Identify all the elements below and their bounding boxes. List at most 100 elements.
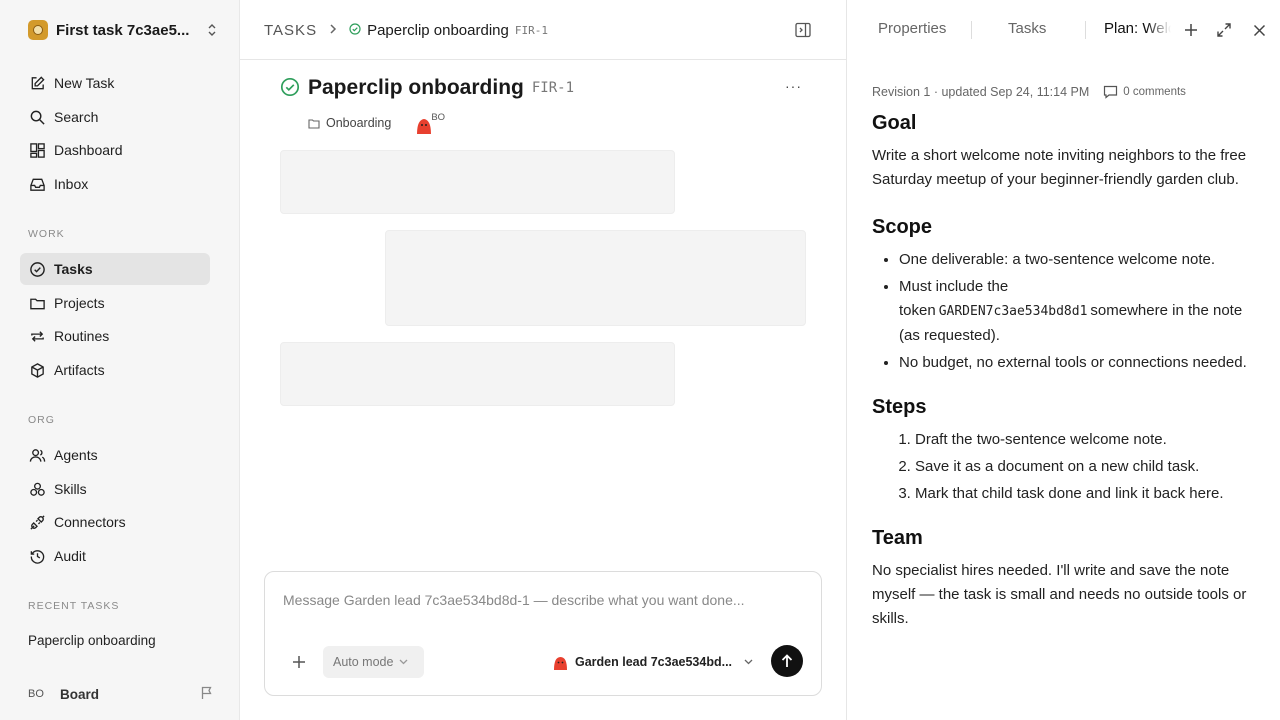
expand-icon[interactable] xyxy=(1215,21,1233,39)
loading-skeleton xyxy=(280,342,675,406)
mode-label: Auto mode xyxy=(333,655,394,669)
cube-icon xyxy=(28,361,46,379)
team-heading: Team xyxy=(872,527,923,549)
token-code: GARDEN7c3ae534bd8d1 xyxy=(938,304,1088,319)
nav-label: Projects xyxy=(54,295,105,311)
tab-fade xyxy=(1147,16,1177,44)
nav-agents[interactable]: Agents xyxy=(20,439,210,471)
recent-task-item[interactable]: Paperclip onboarding xyxy=(28,633,156,648)
section-label-org: ORG xyxy=(28,414,55,426)
status-done-icon[interactable] xyxy=(280,77,300,100)
revision-info: Revision 1 · updated Sep 24, 11:14 PM 0 … xyxy=(872,84,1262,100)
team-text: No specialist hires needed. I'll write a… xyxy=(872,562,1247,627)
loading-skeleton xyxy=(280,150,675,214)
avatar: BO xyxy=(28,688,44,700)
project-name: Onboarding xyxy=(326,116,392,130)
tab-divider xyxy=(1085,21,1086,39)
goal-heading: Goal xyxy=(872,112,917,134)
panel-toggle-icon[interactable] xyxy=(794,21,812,39)
nav-dashboard[interactable]: Dashboard xyxy=(20,134,210,166)
workspace-logo xyxy=(28,20,48,40)
nav-connectors[interactable]: Connectors xyxy=(20,506,210,538)
task-header: Paperclip onboarding FIR-1 xyxy=(280,74,810,102)
breadcrumb: TASKS Paperclip onboarding FIR-1 xyxy=(264,19,548,41)
inbox-icon xyxy=(28,175,46,193)
send-button[interactable] xyxy=(771,645,803,677)
status-check-icon xyxy=(349,22,361,38)
folder-icon xyxy=(28,294,46,312)
flag-icon[interactable] xyxy=(200,686,214,703)
chevron-down-icon xyxy=(400,659,408,665)
section-label-recent: RECENT TASKS xyxy=(28,600,120,612)
agent-name: Garden lead 7c3ae534bd... xyxy=(575,655,733,669)
panel-tabs: Properties Tasks Plan: Welc xyxy=(847,0,1280,60)
nav-skills[interactable]: Skills xyxy=(20,473,210,505)
comments-count: 0 comments xyxy=(1123,86,1186,98)
scope-list: One deliverable: a two-sentence welcome … xyxy=(872,248,1262,375)
list-item: One deliverable: a two-sentence welcome … xyxy=(899,248,1262,272)
board-row[interactable]: BO Board xyxy=(28,683,214,705)
scope-heading: Scope xyxy=(872,216,933,238)
comments-link[interactable]: 0 comments xyxy=(1103,85,1186,99)
breadcrumb-id: FIR-1 xyxy=(514,23,548,37)
plug-icon xyxy=(28,513,46,531)
nav-label: Dashboard xyxy=(54,142,123,158)
nav-projects[interactable]: Projects xyxy=(20,287,210,319)
repeat-icon xyxy=(28,327,46,345)
plus-icon[interactable] xyxy=(289,652,309,672)
nav-new-task[interactable]: New Task xyxy=(20,67,210,99)
workspace-name: First task 7c3ae5... xyxy=(56,21,190,39)
nav-label: New Task xyxy=(54,75,115,91)
folder-icon xyxy=(308,118,320,129)
sidebar: First task 7c3ae5... New Task Search Das… xyxy=(0,0,240,720)
goal-text: Write a short welcome note inviting neig… xyxy=(872,147,1247,188)
task-title[interactable]: Paperclip onboarding xyxy=(308,76,524,100)
nav-label: Tasks xyxy=(54,261,93,277)
tab-tasks[interactable]: Tasks xyxy=(1008,20,1046,37)
dashboard-icon xyxy=(28,141,46,159)
section-label-work: WORK xyxy=(28,228,65,240)
nav-label: Connectors xyxy=(54,514,126,530)
nav-label: Search xyxy=(54,109,99,125)
nav-inbox[interactable]: Inbox xyxy=(20,168,210,200)
breadcrumb-root[interactable]: TASKS xyxy=(264,22,317,39)
nav-label: Artifacts xyxy=(54,362,105,378)
nav-label: Agents xyxy=(54,447,98,463)
more-options-button[interactable]: ··· xyxy=(785,78,802,94)
add-tab-icon[interactable] xyxy=(1182,21,1200,39)
users-icon xyxy=(28,446,46,464)
plan-document: Revision 1 · updated Sep 24, 11:14 PM 0 … xyxy=(872,84,1262,631)
loading-skeleton xyxy=(385,230,806,326)
steps-list: Draft the two-sentence welcome note. Sav… xyxy=(872,428,1262,506)
nav-label: Audit xyxy=(54,548,86,564)
project-chip[interactable]: Onboarding xyxy=(308,116,391,130)
breadcrumb-title: Paperclip onboarding xyxy=(367,21,509,39)
agent-select[interactable]: Garden lead 7c3ae534bd... xyxy=(553,652,753,672)
message-input[interactable] xyxy=(283,592,803,608)
assignee-avatars[interactable]: BO xyxy=(415,112,449,134)
history-icon xyxy=(28,547,46,565)
nav-routines[interactable]: Routines xyxy=(20,320,210,352)
nav-search[interactable]: Search xyxy=(20,101,210,133)
mode-select[interactable]: Auto mode xyxy=(323,646,424,678)
comment-icon xyxy=(1104,85,1118,99)
task-id: FIR-1 xyxy=(531,80,575,96)
assignee-initials: BO xyxy=(431,112,446,123)
nav-artifacts[interactable]: Artifacts xyxy=(20,354,210,386)
close-icon[interactable] xyxy=(1250,21,1268,39)
main-content: TASKS Paperclip onboarding FIR-1 Papercl… xyxy=(240,0,846,720)
steps-heading: Steps xyxy=(872,396,927,418)
check-circle-icon xyxy=(28,260,46,278)
revision-text: Revision 1 · updated Sep 24, 11:14 PM xyxy=(872,85,1090,99)
agent-avatar-icon xyxy=(554,656,567,670)
chevron-down-icon xyxy=(744,659,753,665)
skills-icon xyxy=(28,480,46,498)
nav-tasks[interactable]: Tasks xyxy=(20,253,210,285)
list-item: Mark that child task done and link it ba… xyxy=(915,482,1262,506)
board-label: Board xyxy=(60,686,100,702)
nav-audit[interactable]: Audit xyxy=(20,540,210,572)
nav-label: Skills xyxy=(54,481,87,497)
workspace-switcher[interactable]: First task 7c3ae5... xyxy=(28,18,218,42)
tab-properties[interactable]: Properties xyxy=(878,20,946,37)
tab-divider xyxy=(971,21,972,39)
